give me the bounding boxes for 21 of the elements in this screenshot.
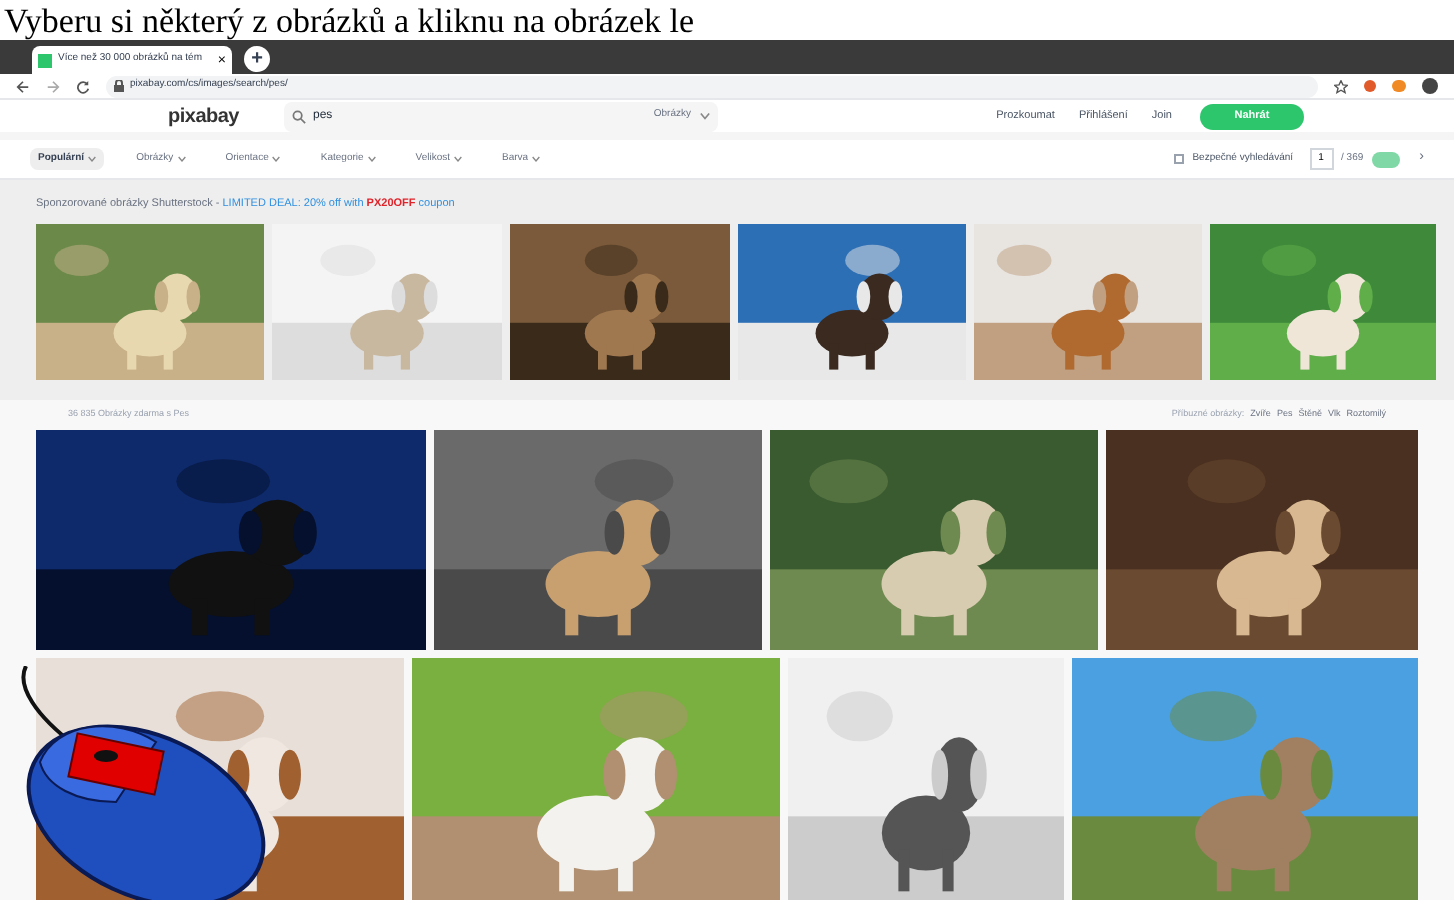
favicon-icon xyxy=(38,53,52,67)
star-icon[interactable] xyxy=(1334,79,1348,93)
lock-icon xyxy=(114,80,124,92)
profile-icon[interactable] xyxy=(1422,78,1438,94)
search-icon xyxy=(291,109,305,123)
new-tab-button[interactable]: + xyxy=(244,46,270,72)
reload-icon[interactable] xyxy=(76,79,90,93)
extension-icon[interactable] xyxy=(1392,80,1406,92)
checkbox[interactable] xyxy=(1174,154,1185,164)
back-icon[interactable] xyxy=(16,79,30,93)
caret-icon xyxy=(272,156,281,162)
caret-icon xyxy=(88,156,97,162)
forward-icon[interactable] xyxy=(46,79,60,93)
caret-icon xyxy=(454,156,463,162)
caption-text: Vyberu si některý z obrázků a kliknu na obrázek le xyxy=(4,1,695,39)
logo[interactable]: pixabay xyxy=(168,101,239,131)
caret-icon xyxy=(177,156,186,162)
caret-icon xyxy=(367,156,376,162)
caret-icon xyxy=(699,112,709,120)
caret-icon xyxy=(532,156,541,162)
extension-icon[interactable] xyxy=(1364,80,1376,92)
